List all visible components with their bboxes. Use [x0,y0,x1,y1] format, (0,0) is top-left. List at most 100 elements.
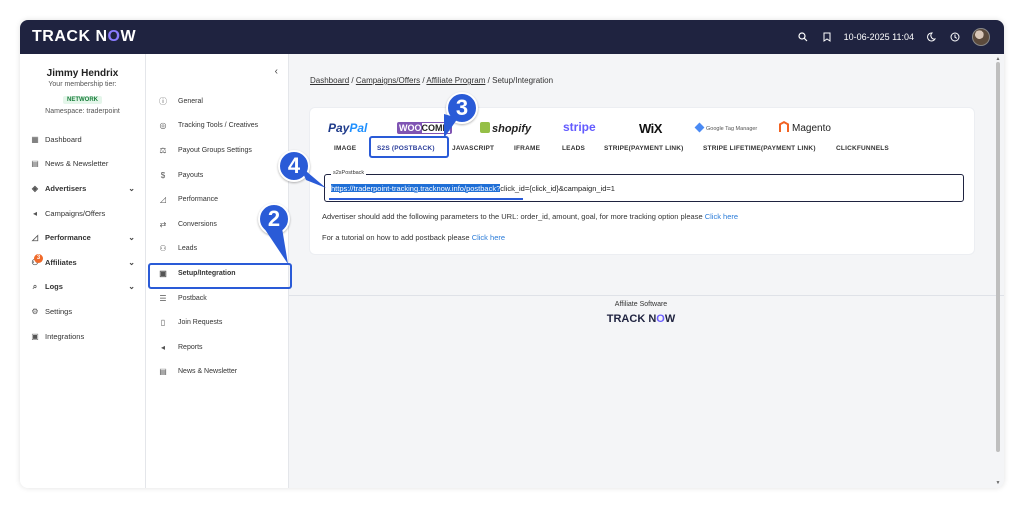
chevron-down-icon: ⌄ [128,233,135,243]
nav-label: Advertisers [45,183,87,193]
nav-item-affiliates[interactable]: ⚇ 3 Affiliates ⌄ [20,250,145,275]
google-tag-manager-logo[interactable]: Google Tag Manager [694,122,757,133]
chevron-down-icon: ⌄ [128,282,135,292]
membership-label: Your membership tier: [48,81,117,88]
tab-leads[interactable]: LEADS [562,145,585,152]
chevron-down-icon: ⌄ [128,257,135,267]
clock-icon[interactable] [948,30,962,44]
chart-icon: ◿ [159,195,167,205]
footer-logo-o: O [656,313,665,325]
breadcrumb-campaigns[interactable]: Campaigns/Offers [356,76,420,85]
news-icon: ▤ [31,159,39,169]
tab-stripe-lifetime[interactable]: STRIPE LIFETIME(PAYMENT LINK) [703,145,816,152]
wix-logo[interactable]: WiX [639,121,662,136]
tab-iframe[interactable]: IFRAME [514,145,540,152]
info-icon: ⓘ [159,96,167,106]
nav-item-settings[interactable]: ⚙ Settings [20,299,145,324]
postback-url-selected: https://traderpoint-tracking.tracknow.in… [331,184,501,193]
tutorial-note-text: For a tutorial on how to add postback pl… [322,233,472,242]
nav-label: News & Newsletter [45,159,109,169]
tracking-options-link[interactable]: Click here [705,212,738,221]
chevron-down-icon: ⌄ [128,183,135,193]
user-info: Jimmy Hendrix Your membership tier: NETW… [20,54,145,115]
scroll-thumb[interactable] [996,62,1000,452]
nav-item-dashboard[interactable]: ▦ Dashboard [20,127,145,152]
tab-javascript[interactable]: JAVASCRIPT [452,145,494,152]
postback-url-field[interactable]: s2sPostback https://traderpoint-tracking… [324,170,964,202]
nav-label: Integrations [45,331,85,341]
woo-text: WOO [399,123,422,133]
breadcrumb-separator: / [422,76,425,85]
tutorial-note: For a tutorial on how to add postback pl… [322,233,505,242]
postback-url-params: click_id={click_id}&campaign_id=1 [500,184,615,193]
callout-2-pointer [264,228,288,264]
submenu-label: News & Newsletter [178,368,238,376]
main-nav: ▦ Dashboard ▤ News & Newsletter ◈ Advert… [20,127,145,348]
breadcrumb-current: Setup/Integration [492,76,554,85]
main-content: Dashboard / Campaigns/Offers / Affiliate… [289,54,1004,488]
bookmark-icon[interactable] [820,30,834,44]
nav-item-advertisers[interactable]: ◈ Advertisers ⌄ [20,176,145,201]
moon-icon[interactable] [924,30,938,44]
gear-icon: ⚙ [31,306,39,316]
avatar[interactable] [972,28,990,46]
tab-image[interactable]: IMAGE [334,145,356,152]
app-logo[interactable]: TRACK NOW [32,28,136,46]
postback-field-label: s2sPostback [331,170,367,176]
breadcrumb-dashboard[interactable]: Dashboard [310,76,349,85]
breadcrumb: Dashboard / Campaigns/Offers / Affiliate… [310,76,553,85]
search-icon: ⌕ [32,281,38,291]
shopify-logo[interactable]: shopify [480,122,531,135]
conversion-icon: ⇄ [159,219,167,229]
datetime: 10-06-2025 11:04 [843,32,914,42]
submenu-label: Reports [178,343,203,351]
nav-item-integrations[interactable]: ▣ Integrations [20,324,145,349]
submenu-item-tracking-tools[interactable]: ◎ Tracking Tools / Creatives [146,114,289,139]
advertiser-note-text: Advertiser should add the following para… [322,212,705,221]
postback-icon: ☰ [159,293,167,303]
breadcrumb-affiliate-program[interactable]: Affiliate Program [426,76,485,85]
nav-item-performance[interactable]: ◿ Performance ⌄ [20,225,145,250]
sub-sidebar: ‹ ⓘ General ◎ Tracking Tools / Creatives… [146,54,292,488]
user-name: Jimmy Hendrix [46,68,119,79]
grid-icon: ▦ [31,134,39,144]
submenu-item-postback[interactable]: ☰ Postback [146,286,289,311]
submenu-item-news[interactable]: ▤ News & Newsletter [146,360,289,385]
scroll-down-icon[interactable]: ▼ [995,480,1001,486]
search-icon[interactable] [796,30,810,44]
submenu-item-join-requests[interactable]: ▯ Join Requests [146,310,289,335]
page-scrollbar[interactable]: ▲ ▼ [995,56,1001,486]
postback-url-value[interactable]: https://traderpoint-tracking.tracknow.in… [331,184,615,193]
submenu-item-reports[interactable]: ◂ Reports [146,335,289,360]
logo-w: W [120,28,137,45]
submenu-label: Leads [178,245,198,253]
chart-icon: ◿ [31,233,39,243]
tag-icon: ◈ [31,183,39,193]
top-bar: TRACK NOW 10-06-2025 11:04 [20,20,1004,54]
submenu-label: Payouts [178,171,204,179]
stripe-logo[interactable]: stripe [563,120,596,134]
submenu-item-payout-groups[interactable]: ⚖ Payout Groups Settings [146,138,289,163]
integration-card: PayPal WOOCOMM shopify stripe WiX Google… [309,107,975,255]
submenu-label: Performance [178,196,219,204]
nav-item-logs[interactable]: ⌕ Logs ⌄ [20,275,145,300]
gtm-diamond-icon [694,122,705,133]
report-icon: ◂ [160,342,165,352]
tab-clickfunnels[interactable]: CLICKFUNNELS [836,145,889,152]
nav-label: Affiliates [45,257,77,267]
chevron-left-icon[interactable]: ‹ [275,66,278,77]
submenu-item-payouts[interactable]: $ Payouts [146,163,289,188]
tutorial-link[interactable]: Click here [472,233,505,242]
lead-icon: ⚇ [159,244,167,254]
magento-logo[interactable]: Magento [779,121,831,134]
submenu-label: Tracking Tools / Creatives [178,122,259,130]
submenu-item-general[interactable]: ⓘ General [146,89,289,114]
nav-label: Performance [45,233,91,243]
tab-stripe-payment-link[interactable]: STRIPE(PAYMENT LINK) [604,145,683,152]
left-sidebar: Jimmy Hendrix Your membership tier: NETW… [20,54,146,488]
nav-item-news[interactable]: ▤ News & Newsletter [20,152,145,177]
footer-caption: Affiliate Software [614,301,668,308]
nav-item-campaigns[interactable]: ◂ Campaigns/Offers [20,201,145,226]
submenu-label: Payout Groups Settings [178,146,252,154]
paypal-logo[interactable]: PayPal [328,121,367,135]
